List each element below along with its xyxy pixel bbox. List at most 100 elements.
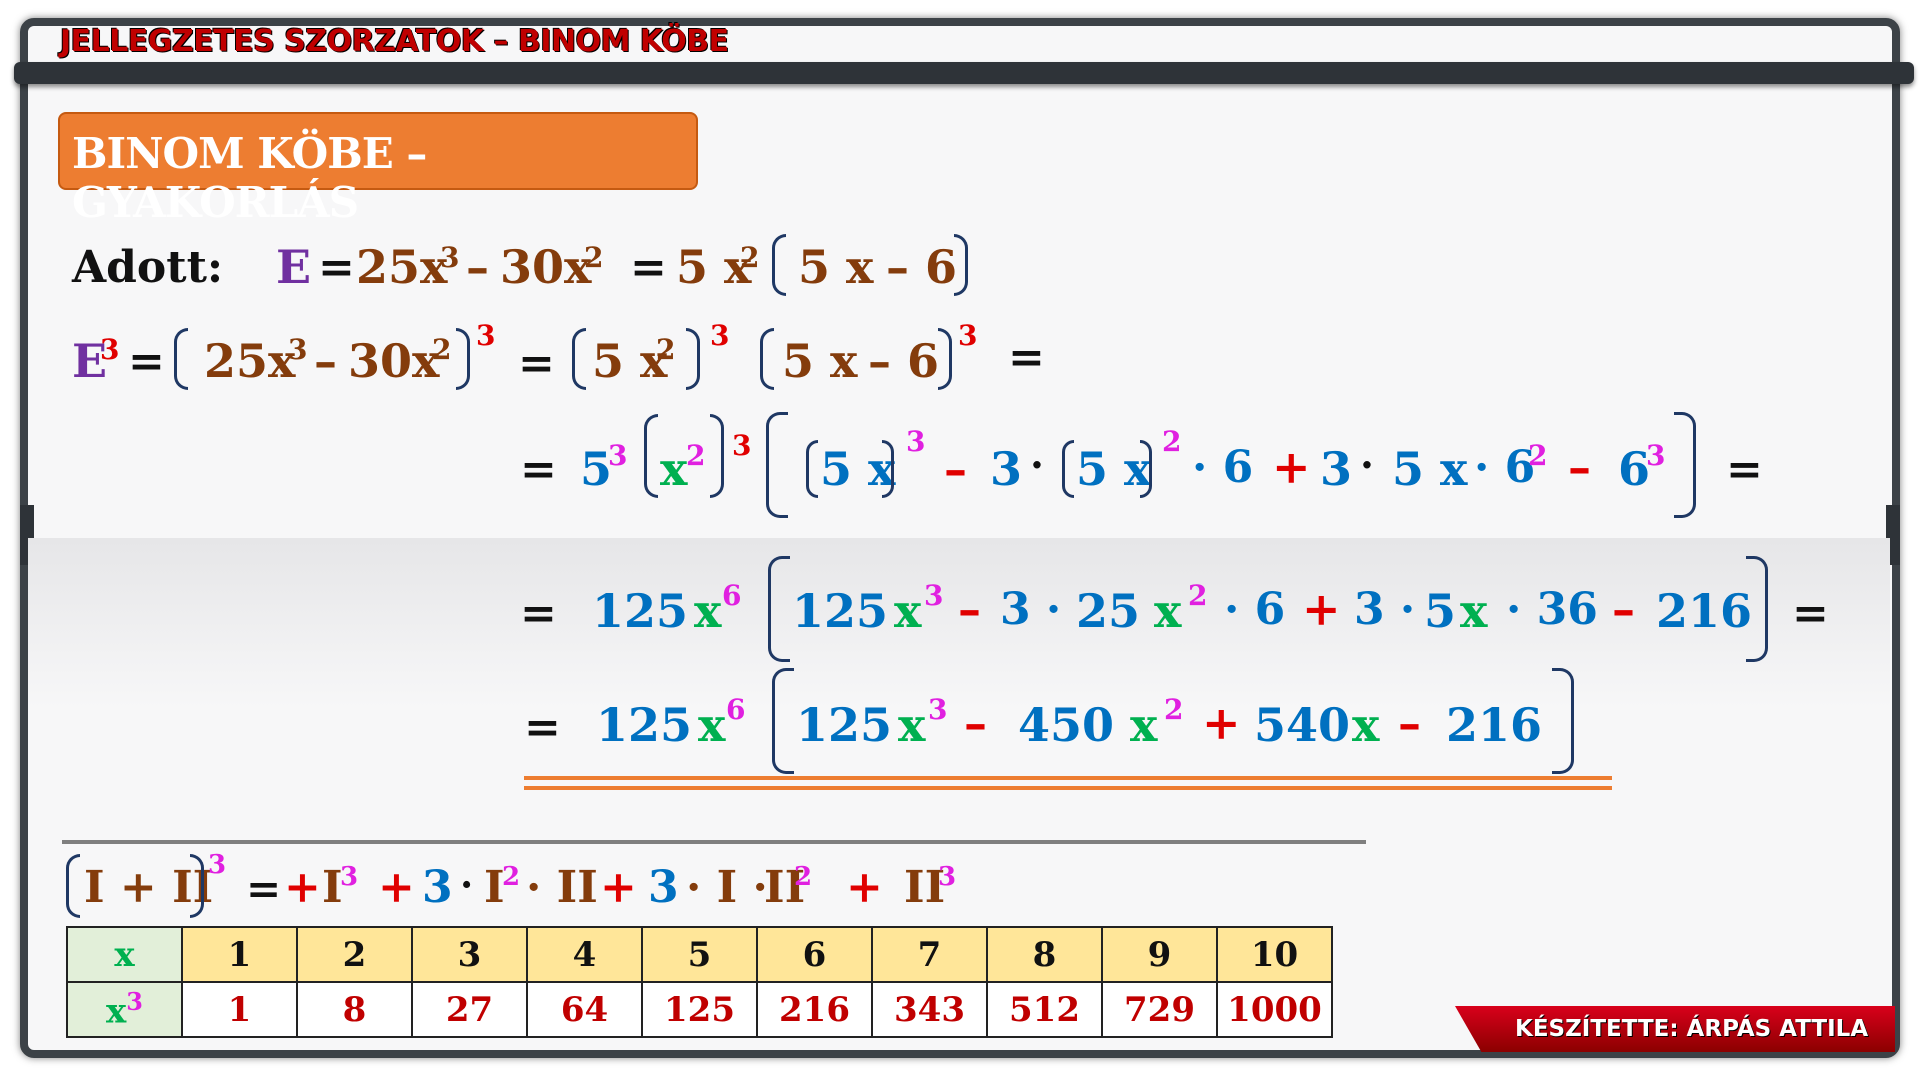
table-cell: 7 xyxy=(871,926,988,983)
exp: 2 xyxy=(584,241,604,274)
table-cell: 64 xyxy=(526,981,643,1038)
table-cell: 10 xyxy=(1216,926,1333,983)
exp: 2 xyxy=(502,862,521,892)
table-cell: 27 xyxy=(411,981,528,1038)
table-cell: 2 xyxy=(296,926,413,983)
exp: 2 xyxy=(1528,439,1548,472)
exp: 3 xyxy=(100,333,120,366)
term-30x: 30x xyxy=(348,334,440,388)
exp: 3 xyxy=(476,319,496,352)
header-bar xyxy=(14,62,1914,84)
term-25x: 25x xyxy=(356,240,448,294)
bracket-left xyxy=(174,328,188,390)
exp: 3 xyxy=(1646,439,1666,472)
minus: – xyxy=(466,240,489,294)
var-x: x xyxy=(694,584,722,638)
exp: 3 xyxy=(906,425,926,458)
inner-minus6: – 6 xyxy=(886,240,958,294)
big-bracket-left xyxy=(768,556,790,662)
divider xyxy=(62,840,1366,844)
bracket-right xyxy=(1140,440,1152,498)
result-underline xyxy=(524,776,1612,780)
exp: 2 xyxy=(656,333,676,366)
coef-125: 125 xyxy=(596,698,693,752)
header-title: JELLEGZETES SZORZATOK – BINOM KÖBE xyxy=(60,24,729,59)
bracket-left xyxy=(66,854,80,918)
plus: + xyxy=(1272,440,1311,494)
exp: 2 xyxy=(1164,693,1184,726)
inner-5x: 5 x xyxy=(782,334,858,388)
table-cell: 216 xyxy=(756,981,873,1038)
term-216: 216 xyxy=(1446,698,1543,752)
table-cell: 8 xyxy=(986,926,1103,983)
coef-125: 125 xyxy=(592,584,689,638)
eq-sign: = xyxy=(520,588,557,639)
exp: 2 xyxy=(686,439,706,472)
coef-3: 3 · xyxy=(1000,584,1062,635)
term-I: · I · xyxy=(686,862,768,913)
eq-sign: = xyxy=(246,864,282,913)
exp: 3 xyxy=(928,693,948,726)
bracket-right xyxy=(686,328,700,390)
coef-125: 125 xyxy=(796,698,893,752)
table-cell: 1000 xyxy=(1216,981,1333,1038)
table-cell: 343 xyxy=(871,981,988,1038)
eq-sign: = xyxy=(318,242,355,293)
bracket-left xyxy=(644,414,658,498)
eq-sign: = xyxy=(518,338,555,389)
coef-5: 5 xyxy=(1424,584,1457,638)
exp: 3 xyxy=(958,319,978,352)
row-header-x3: x3 xyxy=(66,981,183,1038)
section-title: BINOM KÖBE – GYAKORLÁS xyxy=(72,129,427,227)
table-cell: 3 xyxy=(411,926,528,983)
eq-sign: = xyxy=(1792,588,1829,639)
author-credit: KÉSZÍTETTE: ÁRPÁS ATTILA xyxy=(1515,1016,1869,1042)
var-x: x xyxy=(898,698,926,752)
exp: 3 xyxy=(608,439,628,472)
table-cell: 9 xyxy=(1101,926,1218,983)
bracket-right xyxy=(882,440,894,498)
inner-5x: 5 x xyxy=(798,240,874,294)
eq-sign: = xyxy=(520,444,557,495)
bracket-right xyxy=(190,854,204,918)
term-30x: 30x xyxy=(500,240,592,294)
term-216: 216 xyxy=(1656,584,1753,638)
table-cell: 125 xyxy=(641,981,758,1038)
coef-125: 125 xyxy=(792,584,889,638)
eq-sign: = xyxy=(128,336,165,387)
plus: + xyxy=(1302,582,1341,636)
minus: – xyxy=(1568,440,1591,494)
plus: + xyxy=(1202,696,1241,750)
row-header-x: x xyxy=(66,926,183,983)
table-row: x3 1 8 27 64 125 216 343 512 729 1000 xyxy=(66,981,1333,1038)
var-x: x xyxy=(1352,698,1380,752)
big-bracket-left xyxy=(766,412,788,518)
eq-sign: = xyxy=(524,702,561,753)
minus: – xyxy=(1398,696,1421,750)
eq-sign: = xyxy=(1726,444,1763,495)
coef-540: 540 xyxy=(1254,698,1351,752)
coef-25: 25 xyxy=(1076,584,1141,638)
cubes-table: x 1 2 3 4 5 6 7 8 9 10 x3 1 8 27 64 125 … xyxy=(66,926,1333,1038)
exp: 3 xyxy=(208,850,227,880)
minus: – xyxy=(1612,582,1635,636)
plus: + xyxy=(378,862,415,913)
exp: 2 xyxy=(432,333,452,366)
bracket-left xyxy=(806,440,818,498)
section-badge: BINOM KÖBE – GYAKORLÁS xyxy=(58,112,698,227)
big-bracket-right xyxy=(1674,412,1696,518)
exp: 3 xyxy=(924,579,944,612)
bracket-right xyxy=(456,328,470,390)
plus: + xyxy=(284,862,321,913)
plus: + xyxy=(846,862,883,913)
bracket-left xyxy=(760,328,774,390)
var-x: x xyxy=(660,442,688,496)
x-label: x xyxy=(106,991,127,1032)
exp: 2 xyxy=(1162,425,1182,458)
exp: 3 xyxy=(340,862,359,892)
dot: · xyxy=(1030,442,1044,489)
plus: + xyxy=(600,862,637,913)
table-cell: 8 xyxy=(296,981,413,1038)
result-underline xyxy=(524,786,1612,790)
minus: – xyxy=(964,696,987,750)
